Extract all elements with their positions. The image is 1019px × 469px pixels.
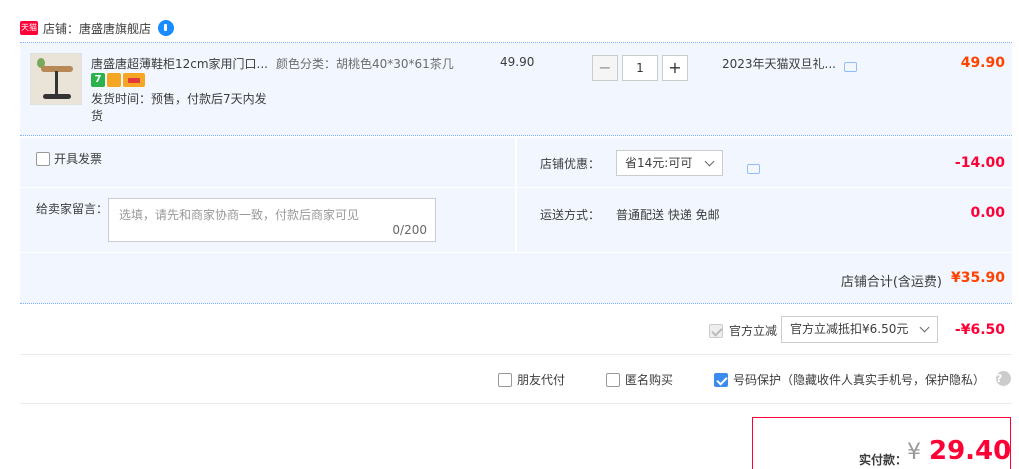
invoice-checkbox[interactable] bbox=[36, 151, 50, 166]
seven-day-return-icon[interactable]: 7 bbox=[91, 73, 105, 87]
ship-time-text: 发货时间：预售，付款后7天内发货 bbox=[91, 92, 267, 123]
invoice-option[interactable]: 开具发票 bbox=[36, 150, 102, 167]
official-discount-row: 官方立减 官方立减抵扣¥6.50元 -¥6.50 bbox=[20, 305, 1012, 355]
shop-total-row: 店铺合计(含运费) ¥35.90 bbox=[20, 253, 1012, 304]
product-title-link[interactable]: 唐盛唐超薄鞋柜12cm家用门口... bbox=[91, 55, 271, 72]
shop-total-label: 店铺合计(含运费) bbox=[840, 275, 942, 290]
friend-pay-checkbox[interactable] bbox=[498, 372, 512, 387]
help-icon[interactable]: ? bbox=[996, 371, 1011, 386]
official-discount-amount: -¥6.50 bbox=[954, 322, 1005, 338]
message-textarea[interactable]: 选填，请先和商家协商一致，付款后商家可见 0/200 bbox=[108, 198, 436, 242]
shipping-label: 运送方式： bbox=[540, 208, 601, 222]
promotion-text[interactable]: 2023年天猫双旦礼... bbox=[722, 55, 836, 72]
friend-pay-option[interactable]: 朋友代付 bbox=[498, 371, 565, 388]
order-options-right: 店铺优惠： 省14元:可可 -14.00 运送方式： 普通配送 快递 免邮 0.… bbox=[517, 138, 1012, 252]
comment-icon[interactable] bbox=[843, 61, 857, 72]
sku-text: 颜色分类：胡桃色40*30*61茶几 bbox=[276, 57, 454, 71]
unit-price: 49.90 bbox=[500, 55, 535, 69]
quantity-increase-button[interactable]: + bbox=[662, 55, 688, 81]
guarantee-shield-icon[interactable] bbox=[107, 73, 121, 87]
payment-summary: 实付款： ¥ 29.40 bbox=[752, 417, 1011, 469]
anonymous-checkbox[interactable] bbox=[606, 372, 620, 387]
anonymous-label: 匿名购买 bbox=[625, 373, 674, 387]
shop-discount-value: 省14元:可可 bbox=[625, 156, 693, 170]
product-thumbnail[interactable] bbox=[30, 53, 82, 105]
official-discount-select[interactable]: 官方立减抵扣¥6.50元 bbox=[781, 316, 938, 343]
message-label: 给卖家留言： bbox=[36, 202, 109, 216]
item-promotion: 2023年天猫双旦礼... bbox=[722, 55, 857, 72]
shop-total-amount: ¥35.90 bbox=[950, 270, 1005, 286]
chevron-down-icon bbox=[704, 156, 715, 167]
phone-protect-checkbox[interactable] bbox=[714, 372, 728, 387]
message-placeholder: 选填，请先和商家协商一致，付款后商家可见 bbox=[119, 208, 360, 222]
shipping-fee: 0.00 bbox=[970, 205, 1005, 221]
currency-symbol: ¥ bbox=[907, 440, 921, 465]
comment-icon[interactable] bbox=[747, 164, 760, 174]
official-discount-value: 官方立减抵扣¥6.50元 bbox=[790, 322, 909, 336]
shop-name-link[interactable]: 店铺：唐盛唐旗舰店 bbox=[43, 20, 151, 37]
shipping-method: 普通配送 快递 免邮 bbox=[616, 208, 720, 222]
shop-discount-label: 店铺优惠： bbox=[540, 157, 601, 171]
quantity-input[interactable]: 1 bbox=[622, 55, 658, 81]
anonymous-option[interactable]: 匿名购买 bbox=[606, 371, 673, 388]
phone-protect-label: 号码保护（隐藏收件人真实手机号，保护隐私） bbox=[733, 373, 986, 387]
phone-protect-option[interactable]: 号码保护（隐藏收件人真实手机号，保护隐私） bbox=[714, 371, 985, 388]
order-options-left: 开具发票 给卖家留言： 选填，请先和商家协商一致，付款后商家可见 0/200 bbox=[20, 138, 515, 252]
payment-label: 实付款： bbox=[859, 453, 908, 467]
invoice-label: 开具发票 bbox=[54, 152, 103, 166]
item-total-price: 49.90 bbox=[960, 55, 1005, 71]
friend-pay-label: 朋友代付 bbox=[517, 373, 566, 387]
tmall-logo: 天猫 bbox=[20, 21, 38, 35]
quantity-decrease-button[interactable]: − bbox=[592, 55, 618, 81]
shop-discount-select[interactable]: 省14元:可可 bbox=[616, 150, 723, 176]
shop-header: 天猫 店铺：唐盛唐旗舰店 bbox=[20, 18, 175, 38]
chevron-down-icon bbox=[919, 322, 930, 333]
message-char-count: 0/200 bbox=[392, 223, 427, 237]
official-discount-checkbox[interactable] bbox=[708, 323, 723, 338]
official-discount-label: 官方立减 bbox=[728, 324, 777, 338]
shop-discount-amount: -14.00 bbox=[954, 155, 1005, 171]
quantity-stepper: − 1 + bbox=[592, 55, 688, 81]
extra-options-row: 朋友代付 匿名购买 号码保护（隐藏收件人真实手机号，保护隐私） ? bbox=[20, 356, 1012, 404]
order-item: 唐盛唐超薄鞋柜12cm家用门口... 7 发货时间：预售，付款后7天内发货 颜色… bbox=[20, 42, 1012, 136]
service-badges: 7 bbox=[91, 73, 145, 87]
credit-card-icon[interactable] bbox=[123, 73, 145, 87]
payment-amount: 29.40 bbox=[929, 436, 1012, 466]
wangwang-chat-icon[interactable] bbox=[158, 20, 175, 36]
official-discount-option[interactable]: 官方立减 bbox=[708, 322, 777, 339]
